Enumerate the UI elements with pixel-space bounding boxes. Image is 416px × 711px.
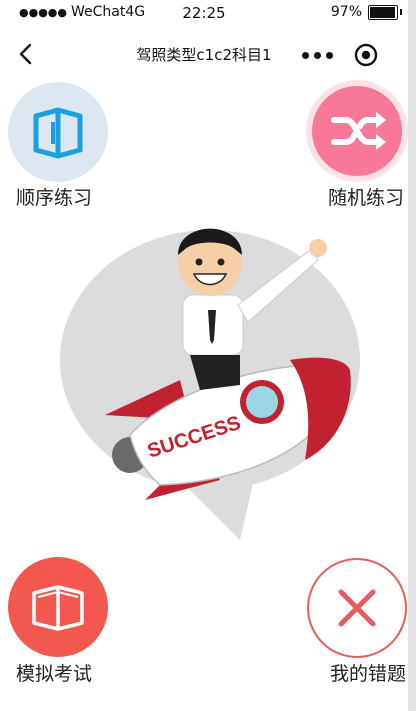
back-button[interactable] <box>14 42 38 66</box>
rocket-illustration-icon: SUCCESS <box>60 228 360 540</box>
more-dot-icon <box>325 51 333 59</box>
my-mistakes-button[interactable] <box>307 558 407 658</box>
status-bar: ●●●●● WeChat4G 22:25 97% <box>0 0 408 26</box>
battery-cap <box>400 8 402 15</box>
nav-bar: 驾照类型c1c2科目1 <box>0 30 408 78</box>
book-icon <box>32 585 84 631</box>
screen-edge <box>408 0 416 711</box>
mock-exam-button[interactable] <box>8 557 108 657</box>
chevron-left-icon <box>19 43 32 65</box>
more-button[interactable] <box>296 39 338 71</box>
mini-program-capsule <box>292 39 390 71</box>
random-practice-button[interactable] <box>306 80 408 182</box>
order-practice-label: 顺序练习 <box>16 187 93 209</box>
status-right: 97% <box>330 4 402 20</box>
random-practice-inner <box>312 86 402 176</box>
close-mini-program-button[interactable] <box>354 43 378 67</box>
shuffle-icon <box>331 112 386 150</box>
my-mistakes-label: 我的错题 <box>329 663 406 685</box>
target-icon <box>354 43 378 67</box>
more-dot-icon <box>301 51 309 59</box>
more-dot-icon <box>313 51 321 59</box>
open-book-icon <box>33 107 83 159</box>
battery-icon <box>368 4 402 20</box>
battery-percent: 97% <box>330 4 362 20</box>
battery-fill <box>370 6 396 18</box>
close-x-icon <box>338 589 376 627</box>
mock-exam-label: 模拟考试 <box>16 663 93 685</box>
random-practice-label: 随机练习 <box>327 187 404 209</box>
success-rocket-illustration: SUCCESS <box>50 210 380 550</box>
page-title: 驾照类型c1c2科目1 <box>136 46 272 64</box>
order-practice-button[interactable] <box>8 82 108 182</box>
